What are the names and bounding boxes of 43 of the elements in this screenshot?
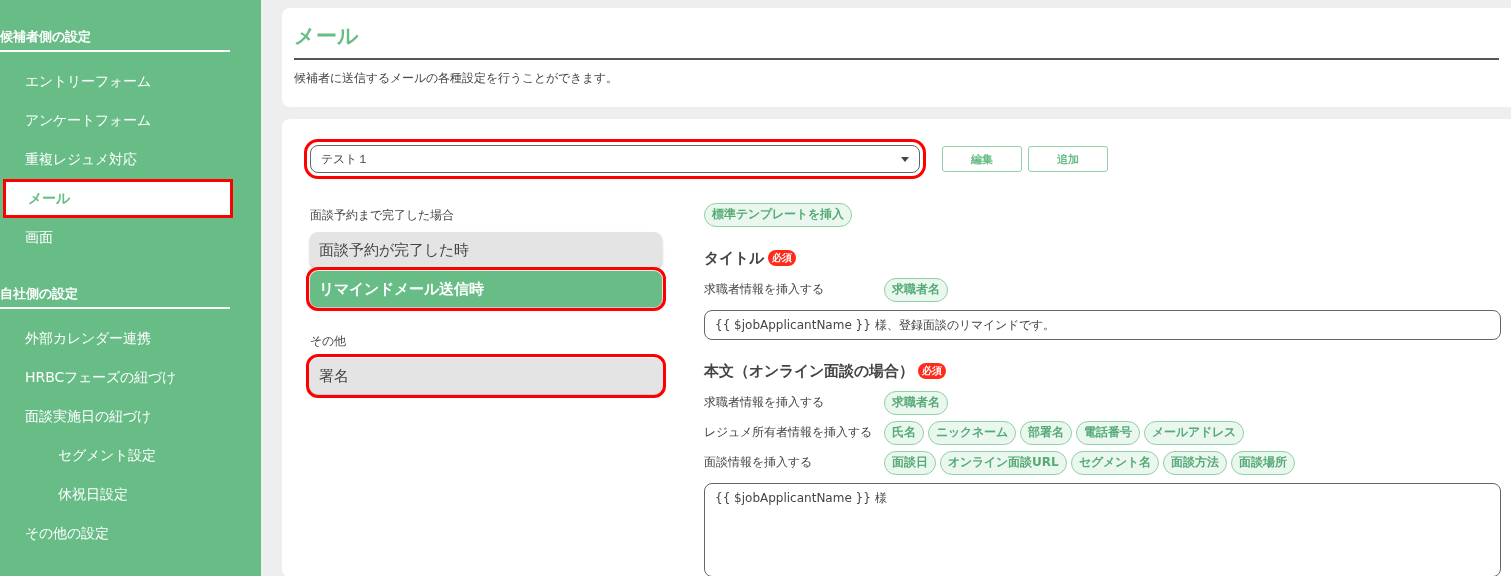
variable-tag-button[interactable]: 面談方法 xyxy=(1162,450,1227,475)
variable-tag-button[interactable]: 面談日 xyxy=(884,450,936,475)
variable-tag-button[interactable]: 求職者名 xyxy=(884,390,948,415)
required-badge: 必須 xyxy=(768,250,796,266)
sidebar-item[interactable]: 休祝日設定 xyxy=(0,475,230,514)
sidebar-item[interactable]: その他の設定 xyxy=(0,514,230,553)
page-title: メール xyxy=(294,22,1499,60)
page-description: 候補者に送信するメールの各種設定を行うことができます。 xyxy=(294,70,619,87)
sidebar-item[interactable]: HRBCフェーズの紐づけ xyxy=(0,358,230,397)
variable-tag-button[interactable]: ニックネーム xyxy=(928,420,1016,445)
variable-tag-button[interactable]: 求職者名 xyxy=(884,277,948,302)
sidebar-item[interactable]: メール xyxy=(3,179,233,218)
variable-tag-button[interactable]: 面談場所 xyxy=(1230,450,1295,475)
mail-type-item[interactable]: 面談予約が完了した時 xyxy=(310,232,662,268)
group-label: 面談予約まで完了した場合 xyxy=(310,207,455,224)
variable-tag-button[interactable]: 部署名 xyxy=(1020,420,1072,445)
sidebar-section-title: 候補者側の設定 xyxy=(0,28,230,52)
variable-tag-button[interactable]: 氏名 xyxy=(884,420,924,445)
required-badge: 必須 xyxy=(918,363,946,379)
outline-button[interactable]: 追加 xyxy=(1028,146,1108,172)
section-heading: タイトル xyxy=(704,248,764,268)
group-label: その他 xyxy=(310,333,347,350)
outline-button[interactable]: 編集 xyxy=(942,146,1022,172)
sidebar-item[interactable]: エントリーフォーム xyxy=(0,62,230,101)
insert-label: 面談情報を挿入する xyxy=(704,454,813,471)
insert-template-button[interactable]: 標準テンプレートを挿入 xyxy=(704,202,852,227)
caret-icon xyxy=(901,156,909,162)
section-heading: 本文（オンライン面談の場合） xyxy=(704,361,914,381)
insert-label: 求職者情報を挿入する xyxy=(704,281,825,298)
sidebar-item[interactable]: 外部カレンダー連携 xyxy=(0,319,230,358)
sidebar-item[interactable]: 重複レジュメ対応 xyxy=(0,140,230,179)
title-input[interactable]: {{ $jobApplicantName }} 様、登録面談のリマインドです。 xyxy=(704,309,1501,340)
variable-tag-button[interactable]: オンライン面談URL xyxy=(940,450,1067,475)
variable-tag-button[interactable]: メールアドレス xyxy=(1144,420,1244,445)
sidebar-item[interactable]: アンケートフォーム xyxy=(0,101,230,140)
sidebar-section-title: 自社側の設定 xyxy=(0,285,230,309)
variable-tag-button[interactable]: 電話番号 xyxy=(1076,420,1140,445)
sidebar-item[interactable]: セグメント設定 xyxy=(0,436,230,475)
insert-label: 求職者情報を挿入する xyxy=(704,394,825,411)
sidebar-item[interactable]: 面談実施日の紐づけ xyxy=(0,397,230,436)
sidebar-item[interactable]: 画面 xyxy=(0,218,230,257)
insert-label: レジュメ所有者情報を挿入する xyxy=(704,424,873,441)
variable-tag-button[interactable]: セグメント名 xyxy=(1070,450,1159,475)
